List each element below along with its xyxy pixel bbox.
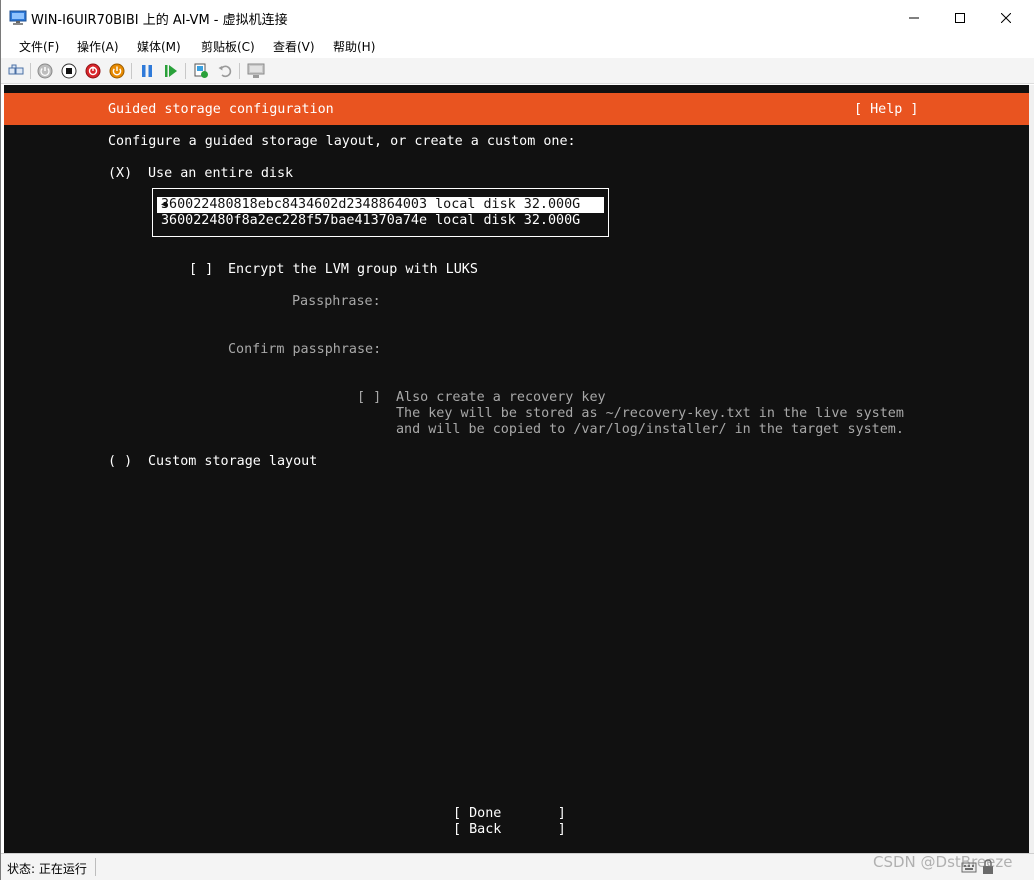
save-button[interactable] bbox=[108, 62, 126, 80]
pause-button[interactable] bbox=[138, 62, 156, 80]
encrypt-checkbox[interactable]: [ ] bbox=[189, 262, 213, 278]
vm-status-text: 状态: 正在运行 bbox=[7, 862, 87, 876]
disk-option[interactable]: 360022480f8a2ec228f57bae41370a74e local … bbox=[157, 213, 604, 229]
custom-layout-radio[interactable]: ( ) bbox=[108, 454, 132, 470]
confirm-passphrase-label: Confirm passphrase: bbox=[228, 342, 382, 357]
revert-button[interactable] bbox=[216, 62, 234, 80]
custom-layout-label[interactable]: Custom storage layout bbox=[148, 454, 317, 470]
minimize-icon bbox=[909, 17, 919, 19]
passphrase-label: Passphrase: bbox=[292, 294, 381, 309]
help-button[interactable]: [ Help ] bbox=[854, 102, 919, 118]
minimize-button[interactable] bbox=[891, 0, 937, 36]
turn-off-icon bbox=[61, 63, 77, 79]
recovery-key-note: The key will be stored as ~/recovery-key… bbox=[396, 406, 904, 421]
disk-option-label: 360022480f8a2ec228f57bae41370a74e local … bbox=[161, 213, 581, 228]
toolbar-separator bbox=[30, 63, 31, 79]
turn-off-button[interactable] bbox=[60, 62, 78, 80]
title-bar: WIN-I6UIR70BIBI 上的 AI-VM - 虚拟机连接 bbox=[1, 0, 1034, 36]
page-title: Guided storage configuration bbox=[108, 102, 334, 117]
vm-console-screen[interactable]: Guided storage configuration [ Help ] Co… bbox=[4, 85, 1029, 853]
intro-text: Configure a guided storage layout, or cr… bbox=[108, 134, 576, 149]
use-entire-disk-radio[interactable]: (X) bbox=[108, 166, 132, 182]
maximize-icon bbox=[955, 13, 965, 23]
checkpoint-button[interactable] bbox=[192, 62, 210, 80]
menu-file[interactable]: 文件(F) bbox=[19, 38, 59, 55]
ctrl-alt-del-icon bbox=[8, 64, 24, 75]
save-icon bbox=[109, 63, 125, 79]
vm-connection-icon bbox=[9, 10, 27, 26]
pause-icon bbox=[142, 65, 152, 77]
start-button[interactable] bbox=[36, 62, 54, 80]
window-title: WIN-I6UIR70BIBI 上的 AI-VM - 虚拟机连接 bbox=[31, 13, 288, 28]
toolbar-separator bbox=[131, 63, 132, 79]
ctrl-alt-del-button[interactable] bbox=[7, 62, 25, 80]
revert-icon bbox=[218, 65, 232, 78]
menu-clipboard[interactable]: 剪贴板(C) bbox=[201, 38, 255, 55]
start-icon bbox=[37, 63, 53, 79]
enhanced-session-button[interactable] bbox=[247, 62, 265, 80]
resume-icon bbox=[165, 65, 177, 77]
maximize-button[interactable] bbox=[937, 0, 983, 36]
vm-connection-window: WIN-I6UIR70BIBI 上的 AI-VM - 虚拟机连接 文件(F) 操… bbox=[0, 0, 1034, 880]
installer-header: Guided storage configuration [ Help ] bbox=[4, 93, 1029, 125]
menu-view[interactable]: 查看(V) bbox=[273, 38, 315, 55]
close-icon bbox=[1001, 13, 1011, 23]
watermark: CSDN @DstBreeze bbox=[873, 853, 1013, 871]
recovery-key-note: and will be copied to /var/log/installer… bbox=[396, 422, 904, 437]
disk-selector[interactable]: 360022480818ebc8434602d2348864003 local … bbox=[152, 188, 609, 237]
back-button[interactable]: [ Back ] bbox=[453, 822, 566, 838]
resume-button[interactable] bbox=[162, 62, 180, 80]
status-separator bbox=[95, 858, 96, 876]
window-edge bbox=[1029, 85, 1034, 853]
close-button[interactable] bbox=[983, 0, 1029, 36]
recovery-key-checkbox[interactable]: [ ] bbox=[357, 390, 381, 406]
done-button[interactable]: [ Done ] bbox=[453, 806, 566, 822]
toolbar-separator bbox=[239, 63, 240, 79]
enhanced-session-icon bbox=[247, 63, 265, 78]
selected-marker-icon: ◀ bbox=[161, 199, 168, 210]
shutdown-button[interactable] bbox=[84, 62, 102, 80]
encrypt-label[interactable]: Encrypt the LVM group with LUKS bbox=[228, 262, 478, 278]
menu-bar: 文件(F) 操作(A) 媒体(M) 剪贴板(C) 查看(V) 帮助(H) bbox=[1, 36, 1034, 58]
checkpoint-icon bbox=[194, 63, 208, 78]
use-entire-disk-label[interactable]: Use an entire disk bbox=[148, 166, 293, 182]
toolbar-separator bbox=[185, 63, 186, 79]
menu-help[interactable]: 帮助(H) bbox=[333, 38, 375, 55]
menu-action[interactable]: 操作(A) bbox=[77, 38, 119, 55]
menu-media[interactable]: 媒体(M) bbox=[137, 38, 181, 55]
shutdown-icon bbox=[85, 63, 101, 79]
toolbar bbox=[1, 58, 1034, 84]
disk-option-selected[interactable]: 360022480818ebc8434602d2348864003 local … bbox=[157, 197, 604, 213]
recovery-key-label: Also create a recovery key bbox=[396, 390, 606, 405]
